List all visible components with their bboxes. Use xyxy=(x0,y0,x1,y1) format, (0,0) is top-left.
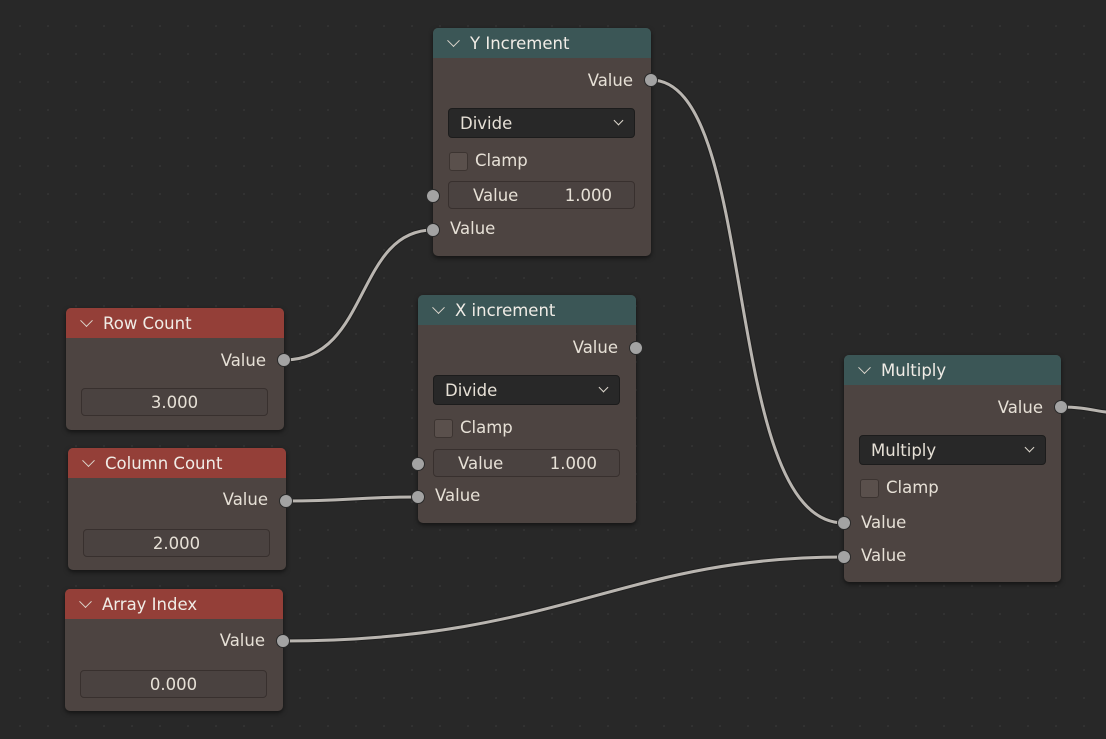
link-row-count-to-y-increment[interactable] xyxy=(281,227,436,363)
operation-value: Multiply xyxy=(871,440,937,460)
chevron-down-icon xyxy=(598,382,609,393)
chevron-down-icon[interactable] xyxy=(79,594,92,608)
clamp-checkbox[interactable] xyxy=(434,419,453,438)
row-count-header[interactable]: Row Count xyxy=(66,308,284,338)
y-increment-input-socket[interactable] xyxy=(426,223,440,237)
node-title: X increment xyxy=(455,300,556,320)
value-field-value: 1.000 xyxy=(549,453,597,473)
value-field[interactable]: 2.000 xyxy=(83,529,270,557)
node-title: Array Index xyxy=(102,594,198,614)
y-increment-header[interactable]: Y Increment xyxy=(433,28,651,58)
array-index-node[interactable]: Array Index Value 0.000 xyxy=(65,589,283,711)
value-field-value: 1.000 xyxy=(564,185,612,205)
operation-dropdown[interactable]: Divide xyxy=(448,108,635,138)
value-field-label: Value xyxy=(473,185,519,205)
y-increment-output-socket[interactable] xyxy=(644,73,658,87)
operation-dropdown[interactable]: Divide xyxy=(433,375,620,405)
output-label: Value xyxy=(220,351,266,370)
input-label: Value xyxy=(435,486,481,505)
x-increment-input-socket[interactable] xyxy=(411,490,425,504)
output-label: Value xyxy=(997,398,1043,417)
multiply-input-socket-2[interactable] xyxy=(837,550,851,564)
y-increment-node[interactable]: Y Increment Value Divide Clamp Value 1.0… xyxy=(433,28,651,256)
column-count-header[interactable]: Column Count xyxy=(68,448,286,478)
value-field[interactable]: 3.000 xyxy=(81,388,268,416)
chevron-down-icon[interactable] xyxy=(432,300,445,314)
operation-value: Divide xyxy=(445,380,498,400)
clamp-label: Clamp xyxy=(460,418,513,437)
input-label-1: Value xyxy=(861,513,907,532)
operation-dropdown[interactable]: Multiply xyxy=(859,435,1046,465)
operation-value: Divide xyxy=(460,113,513,133)
multiply-header[interactable]: Multiply xyxy=(844,355,1061,385)
x-increment-output-socket[interactable] xyxy=(629,341,643,355)
array-index-header[interactable]: Array Index xyxy=(65,589,283,619)
x-increment-value-socket[interactable] xyxy=(411,457,425,471)
multiply-output-socket[interactable] xyxy=(1054,400,1068,414)
chevron-down-icon[interactable] xyxy=(447,33,460,47)
chevron-down-icon[interactable] xyxy=(80,313,93,327)
value-field-value: 3.000 xyxy=(150,392,199,412)
multiply-input-socket-1[interactable] xyxy=(837,516,851,530)
clamp-checkbox[interactable] xyxy=(449,152,468,171)
value-field-value: 2.000 xyxy=(152,533,201,553)
value-field[interactable]: Value 1.000 xyxy=(448,181,635,209)
chevron-down-icon[interactable] xyxy=(82,453,95,467)
node-title: Column Count xyxy=(105,453,223,473)
node-title: Row Count xyxy=(103,313,192,333)
x-increment-node[interactable]: X increment Value Divide Clamp Value 1.0… xyxy=(418,295,636,523)
clamp-label: Clamp xyxy=(886,478,939,497)
output-label: Value xyxy=(222,490,268,509)
column-count-node[interactable]: Column Count Value 2.000 xyxy=(68,448,286,570)
node-title: Y Increment xyxy=(470,33,570,53)
column-count-output-socket[interactable] xyxy=(279,494,293,508)
output-label: Value xyxy=(572,338,618,357)
clamp-checkbox[interactable] xyxy=(860,479,879,498)
array-index-output-socket[interactable] xyxy=(276,634,290,648)
input-label-2: Value xyxy=(861,546,907,565)
value-field[interactable]: 0.000 xyxy=(80,670,267,698)
value-field-label: Value xyxy=(458,453,504,473)
clamp-label: Clamp xyxy=(475,151,528,170)
output-label: Value xyxy=(587,71,633,90)
link-y-increment-to-multiply[interactable] xyxy=(648,77,847,526)
output-label: Value xyxy=(219,631,265,650)
chevron-down-icon xyxy=(613,115,624,126)
x-increment-header[interactable]: X increment xyxy=(418,295,636,325)
chevron-down-icon xyxy=(1024,442,1035,453)
link-column-count-to-x-increment[interactable] xyxy=(283,494,421,504)
row-count-node[interactable]: Row Count Value 3.000 xyxy=(66,308,284,430)
node-title: Multiply xyxy=(881,360,947,380)
y-increment-value-socket[interactable] xyxy=(426,189,440,203)
link-array-index-to-multiply[interactable] xyxy=(280,554,847,644)
chevron-down-icon[interactable] xyxy=(858,360,871,374)
input-label: Value xyxy=(450,219,496,238)
value-field[interactable]: Value 1.000 xyxy=(433,449,620,477)
value-field-value: 0.000 xyxy=(149,674,198,694)
row-count-output-socket[interactable] xyxy=(277,353,291,367)
multiply-node[interactable]: Multiply Value Multiply Clamp Value Valu… xyxy=(844,355,1061,582)
